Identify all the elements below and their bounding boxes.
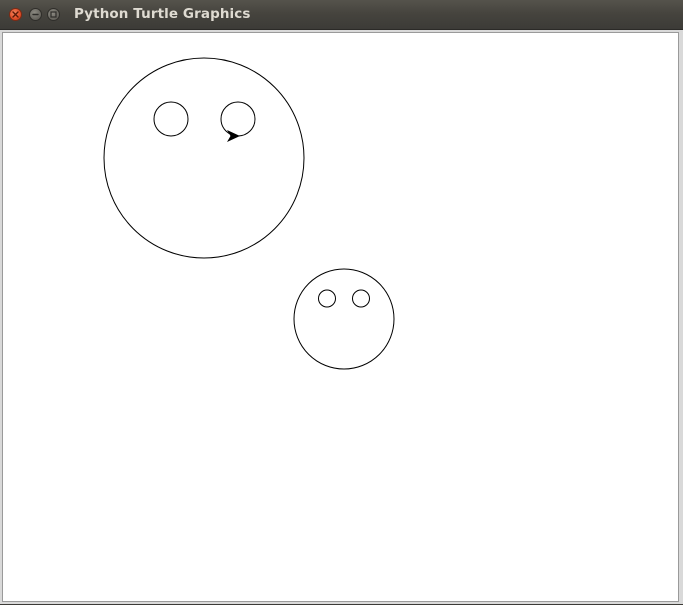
minimize-icon xyxy=(32,13,39,16)
small-face-right-eye-circle xyxy=(352,289,370,308)
close-button[interactable] xyxy=(9,8,22,21)
drawing-surface xyxy=(103,57,395,370)
canvas-border xyxy=(2,32,679,602)
close-icon xyxy=(12,11,19,18)
maximize-icon xyxy=(50,11,57,18)
title-bar[interactable]: Python Turtle Graphics xyxy=(0,0,683,30)
small-face-head-circle xyxy=(293,268,395,370)
maximize-button[interactable] xyxy=(47,8,60,21)
window-frame xyxy=(0,30,683,604)
large-face-head-circle xyxy=(103,57,305,259)
large-face-left-eye-circle xyxy=(153,101,189,137)
large-face-right-eye-circle xyxy=(220,101,256,137)
turtle-arrow-cursor-icon xyxy=(227,130,240,142)
turtle-window: Python Turtle Graphics xyxy=(0,0,683,604)
window-title: Python Turtle Graphics xyxy=(74,6,251,22)
small-face-left-eye-circle xyxy=(318,289,336,308)
turtle-canvas[interactable] xyxy=(5,34,677,601)
minimize-button[interactable] xyxy=(29,8,42,21)
